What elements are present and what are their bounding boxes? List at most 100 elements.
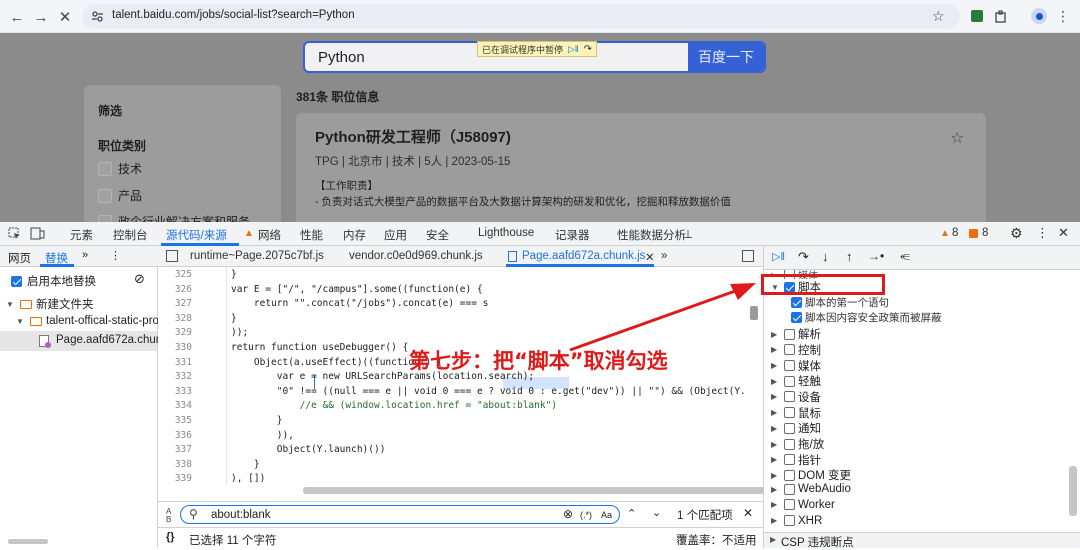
case-toggle[interactable]: Aa bbox=[601, 510, 612, 520]
warning-count[interactable]: 8 bbox=[952, 227, 958, 239]
line-number[interactable]: 335 bbox=[158, 415, 192, 426]
more-tabs-icon[interactable]: » bbox=[82, 249, 88, 261]
expand-arrow-icon[interactable]: ▶ bbox=[771, 516, 781, 525]
enable-local-overrides[interactable]: 启用本地替换 bbox=[11, 273, 96, 289]
breakpoint-category[interactable]: 脚本的第一个语句 bbox=[791, 295, 889, 310]
checkbox[interactable] bbox=[791, 312, 802, 324]
deactivate-breakpoints-icon[interactable]: ⥺ bbox=[900, 249, 910, 264]
extension-icon[interactable] bbox=[968, 7, 986, 25]
code-line[interactable]: //e && (window.location.href = "about:bl… bbox=[231, 400, 557, 411]
checkbox[interactable] bbox=[11, 275, 22, 287]
breakpoint-category[interactable]: 脚本因内容安全政策而被屏蔽 bbox=[791, 310, 942, 325]
file-tab-page[interactable]: Page.aafd672a.chunk.js bbox=[522, 250, 645, 262]
close-find-icon[interactable]: ✕ bbox=[743, 506, 753, 520]
line-number[interactable]: 329 bbox=[158, 327, 192, 338]
resume-icon[interactable]: ▷‖ bbox=[772, 250, 785, 263]
checkbox[interactable] bbox=[98, 161, 112, 176]
toggle-navigator-icon[interactable] bbox=[166, 250, 178, 262]
issue-count[interactable]: 8 bbox=[982, 227, 988, 239]
code-line[interactable]: Object(Y.launch)()) bbox=[231, 444, 386, 455]
expand-arrow-icon[interactable]: ▶ bbox=[771, 377, 781, 386]
expand-arrow-icon[interactable]: ▼ bbox=[16, 317, 26, 326]
clear-icon[interactable]: ⊘ bbox=[134, 271, 145, 287]
inspect-icon[interactable] bbox=[8, 227, 21, 240]
category-option-tech[interactable]: 技术 bbox=[98, 160, 142, 177]
expand-arrow-icon[interactable]: ▶ bbox=[771, 345, 781, 354]
replace-toggle-icon[interactable]: AB bbox=[166, 508, 171, 524]
step-icon[interactable]: →• bbox=[868, 249, 884, 263]
checkbox[interactable] bbox=[98, 214, 112, 222]
line-number[interactable]: 325 bbox=[158, 269, 192, 280]
breakpoint-category[interactable]: ▶ 拖/放 bbox=[771, 436, 824, 452]
address-bar[interactable]: talent.baidu.com/jobs/social-list?search… bbox=[82, 4, 960, 29]
breakpoint-category[interactable]: ▶ 设备 bbox=[771, 389, 821, 405]
line-number[interactable]: 327 bbox=[158, 298, 192, 309]
line-number[interactable]: 326 bbox=[158, 284, 192, 295]
resume-icon[interactable]: ▷‖ bbox=[568, 44, 579, 55]
breakpoint-category[interactable]: ▶ 媒体 bbox=[771, 358, 821, 374]
find-input-field[interactable]: ⚲ about:blank ⊗ (.*) Aa bbox=[180, 505, 620, 524]
tab-perf-insights[interactable]: 性能数据分析 bbox=[617, 227, 686, 243]
line-number[interactable]: 336 bbox=[158, 430, 192, 441]
line-number[interactable]: 338 bbox=[158, 459, 192, 470]
code-line[interactable]: } bbox=[231, 313, 237, 324]
more-tabs-icon[interactable]: » bbox=[661, 250, 667, 262]
checkbox[interactable] bbox=[784, 515, 795, 526]
breakpoint-category[interactable]: ▶ WebAudio bbox=[771, 483, 851, 495]
step-over-icon[interactable]: ↷ bbox=[798, 249, 809, 265]
toggle-debugger-icon[interactable] bbox=[742, 250, 754, 262]
expand-arrow-icon[interactable]: ▶ bbox=[771, 485, 781, 494]
line-number[interactable]: 331 bbox=[158, 357, 192, 368]
line-number[interactable]: 339 bbox=[158, 473, 192, 484]
device-toolbar-icon[interactable] bbox=[30, 227, 45, 240]
expand-arrow-icon[interactable]: ▶ bbox=[771, 361, 781, 370]
code-line[interactable]: var E = ["/", "/campus"].some((function(… bbox=[231, 284, 483, 295]
checkbox[interactable] bbox=[784, 454, 795, 466]
tree-item-folder[interactable]: ▼ 新建文件夹 bbox=[6, 296, 94, 312]
tab-memory[interactable]: 内存 bbox=[343, 227, 366, 243]
checkbox[interactable] bbox=[784, 483, 795, 495]
breakpoint-category[interactable]: ▶ 通知 bbox=[771, 420, 821, 436]
expand-arrow-icon[interactable]: ▶ bbox=[771, 471, 781, 480]
menu-icon[interactable]: ⋮ bbox=[1054, 7, 1072, 25]
category-option-product[interactable]: 产品 bbox=[98, 187, 142, 204]
search-button[interactable]: 百度一下 bbox=[688, 43, 764, 71]
breakpoint-category[interactable]: ▶ 解析 bbox=[771, 326, 821, 342]
site-info-icon[interactable] bbox=[91, 10, 104, 23]
code-line[interactable]: } bbox=[231, 269, 237, 280]
expand-arrow-icon[interactable]: ▶ bbox=[771, 408, 781, 417]
step-over-icon[interactable]: ↷ bbox=[584, 44, 592, 55]
code-line[interactable]: "0" !== ((null === e || void 0 === e ? v… bbox=[231, 386, 746, 397]
file-tab-vendor[interactable]: vendor.c0e0d969.chunk.js bbox=[349, 250, 483, 262]
tab-security[interactable]: 安全 bbox=[426, 227, 449, 243]
expand-arrow-icon[interactable]: ▶ bbox=[771, 424, 781, 433]
vertical-scrollbar[interactable] bbox=[1069, 466, 1077, 516]
profile-icon[interactable] bbox=[1030, 7, 1048, 25]
favorite-star-icon[interactable]: ☆ bbox=[950, 128, 964, 148]
checkbox[interactable] bbox=[784, 391, 795, 403]
step-out-icon[interactable]: ↑ bbox=[846, 249, 853, 264]
tree-item-file-selected[interactable]: Page.aafd672a.chun bbox=[0, 331, 162, 351]
expand-arrow-icon[interactable]: ▶ bbox=[771, 330, 781, 339]
expand-arrow-icon[interactable]: ▶ bbox=[771, 440, 781, 449]
tab-network[interactable]: 网络 bbox=[258, 227, 281, 243]
breakpoint-category[interactable]: ▶ DOM 变更 bbox=[771, 467, 851, 483]
file-tab-runtime[interactable]: runtime~Page.2075c7bf.js bbox=[190, 250, 324, 262]
step-into-icon[interactable]: ↓ bbox=[822, 249, 829, 264]
expand-arrow-icon[interactable]: ▶ bbox=[771, 455, 781, 464]
code-line[interactable]: } bbox=[231, 459, 260, 470]
pretty-print-icon[interactable]: {} bbox=[166, 531, 175, 543]
star-icon[interactable]: ☆ bbox=[932, 8, 945, 25]
close-devtools-icon[interactable]: ✕ bbox=[1058, 225, 1069, 241]
tab-performance[interactable]: 性能 bbox=[300, 227, 323, 243]
checkbox[interactable] bbox=[784, 328, 795, 340]
line-number[interactable]: 332 bbox=[158, 371, 192, 382]
horizontal-scrollbar[interactable] bbox=[8, 539, 48, 544]
code-line[interactable]: } bbox=[231, 415, 283, 426]
line-number[interactable]: 333 bbox=[158, 386, 192, 397]
warning-count-icon[interactable]: ▲ bbox=[940, 228, 950, 239]
tab-elements[interactable]: 元素 bbox=[70, 227, 93, 243]
tab-page[interactable]: 网页 bbox=[8, 250, 31, 266]
expand-arrow-icon[interactable]: ▶ bbox=[771, 500, 781, 509]
checkbox[interactable] bbox=[784, 422, 795, 434]
